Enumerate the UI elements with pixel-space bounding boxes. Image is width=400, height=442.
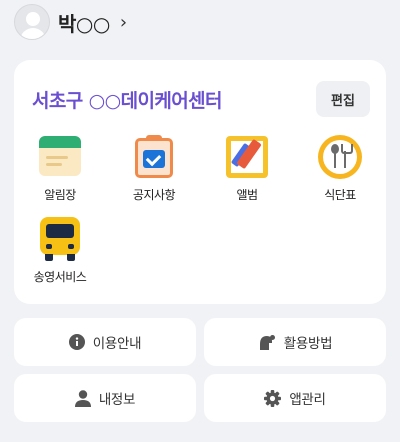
meal-menu-icon: [317, 134, 363, 180]
menu-label: 송영서비스: [33, 270, 87, 284]
menu-label: 알림장: [44, 188, 76, 202]
app-settings-button[interactable]: 앱관리: [204, 374, 386, 422]
menu-label: 식단표: [324, 188, 356, 202]
album-icon: [224, 134, 270, 180]
center-name: 서초구 ○○데이케어센터: [32, 90, 223, 112]
menu-item-album[interactable]: 앨범: [212, 134, 282, 204]
shuttle-bus-icon: [37, 216, 83, 262]
menu-item-shuttle[interactable]: 송영서비스: [25, 216, 95, 286]
menu-item-notice[interactable]: 알림장: [25, 134, 95, 204]
announcement-icon: [131, 134, 177, 180]
profile-link[interactable]: 박○○ ›: [14, 4, 127, 40]
profile-name: 박○○: [58, 11, 110, 36]
avatar: [14, 4, 50, 40]
person-icon: [74, 389, 91, 407]
menu-item-announcement[interactable]: 공지사항: [119, 134, 189, 204]
menu-label: 공지사항: [132, 188, 176, 202]
how-to-use-label: 활용방법: [283, 336, 333, 352]
my-info-label: 내정보: [98, 392, 136, 408]
info-icon: [68, 334, 85, 350]
my-info-button[interactable]: 내정보: [14, 374, 196, 422]
menu-item-meal[interactable]: 식단표: [305, 134, 375, 204]
app-settings-label: 앱관리: [289, 392, 326, 408]
notice-book-icon: [37, 134, 83, 180]
menu-label: 앨범: [236, 188, 258, 202]
usage-icon: [259, 335, 275, 350]
how-to-use-button[interactable]: 활용방법: [204, 318, 386, 366]
edit-button[interactable]: 편집: [316, 81, 370, 117]
chevron-right-icon: ›: [119, 11, 128, 33]
gear-icon: [264, 389, 282, 407]
usage-guide-button[interactable]: 이용안내: [14, 318, 196, 366]
usage-guide-label: 이용안내: [92, 336, 142, 352]
center-card: 서초구 ○○데이케어센터 편집 알림장 공지사항 앨범 식단표 송영서비스: [14, 60, 386, 304]
